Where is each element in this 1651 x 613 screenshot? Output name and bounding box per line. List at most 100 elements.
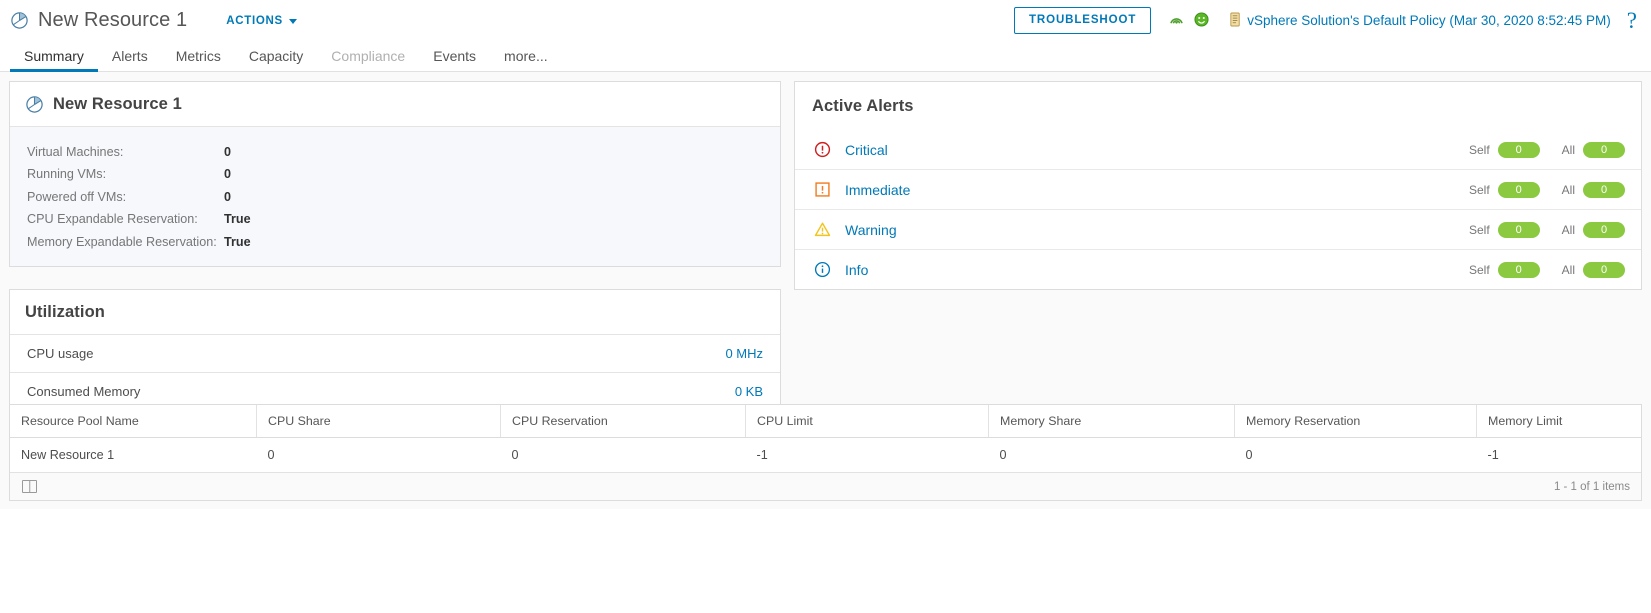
all-count-badge[interactable]: 0 — [1583, 141, 1625, 158]
tab-summary[interactable]: Summary — [10, 48, 98, 72]
property-label: CPU Expandable Reservation: — [27, 212, 198, 226]
help-icon[interactable]: ? — [1627, 9, 1637, 32]
all-count-badge[interactable]: 0 — [1583, 221, 1625, 238]
cell-memory-share: 0 — [988, 437, 1235, 473]
property-label: Running VMs: — [27, 167, 107, 181]
property-row: Powered off VMs: 0 — [27, 187, 780, 206]
column-header-memory-reservation[interactable]: Memory Reservation — [1234, 405, 1477, 438]
table-row[interactable]: New Resource 1 0 0 -1 0 0 -1 — [10, 437, 1641, 473]
active-alerts-card: Active Alerts Critical Self 0 All 0 Imme… — [794, 81, 1642, 290]
alert-name[interactable]: Critical — [845, 142, 888, 158]
property-value: True — [224, 234, 251, 249]
column-header-resource-pool-name[interactable]: Resource Pool Name — [10, 405, 257, 438]
tab-alerts[interactable]: Alerts — [98, 48, 162, 71]
table-item-count: 1 - 1 of 1 items — [1553, 480, 1630, 493]
page-title-block: New Resource 1 ACTIONS — [10, 9, 297, 32]
self-label: Self — [1468, 262, 1490, 277]
chevron-down-icon — [288, 19, 297, 24]
policy-icon — [1229, 12, 1242, 30]
health-green-icon[interactable] — [1194, 11, 1209, 30]
all-label: All — [1561, 182, 1575, 197]
column-header-memory-share[interactable]: Memory Share — [988, 405, 1235, 438]
column-header-memory-limit[interactable]: Memory Limit — [1476, 405, 1641, 438]
column-header-cpu-reservation[interactable]: CPU Reservation — [500, 405, 746, 438]
property-label: Powered off VMs: — [27, 189, 127, 204]
cell-memory-limit: -1 — [1476, 437, 1641, 473]
critical-icon — [812, 141, 833, 158]
column-chooser-icon[interactable] — [22, 480, 37, 493]
tab-compliance: Compliance — [331, 48, 406, 64]
alert-counts: Self 0 All 0 — [1469, 181, 1625, 198]
summary-properties: Virtual Machines: 0 Running VMs: 0 Power… — [10, 127, 780, 266]
active-alerts-title: Active Alerts — [812, 97, 914, 115]
all-count-badge[interactable]: 0 — [1583, 261, 1625, 278]
tab-more[interactable]: more... — [490, 48, 562, 71]
alert-row-critical: Critical Self 0 All 0 — [795, 130, 1641, 170]
property-row: Memory Expandable Reservation: True — [27, 232, 780, 251]
table-footer: 1 - 1 of 1 items — [10, 473, 1641, 500]
content-columns: New Resource 1 Virtual Machines: 0 Runni… — [9, 81, 1642, 411]
cell-cpu-reservation: 0 — [500, 437, 746, 473]
property-value: True — [224, 212, 251, 226]
utilization-value[interactable]: 0 MHz — [725, 346, 763, 361]
property-value: 0 — [224, 189, 232, 204]
resource-pool-table: Resource Pool Name CPU Share CPU Reserva… — [9, 404, 1642, 501]
policy-link[interactable]: vSphere Solution's Default Policy (Mar 3… — [1229, 12, 1611, 30]
alert-name[interactable]: Info — [845, 262, 868, 278]
warning-icon — [812, 221, 833, 238]
info-icon — [812, 261, 833, 278]
policy-label: vSphere Solution's Default Policy (Mar 3… — [1247, 13, 1611, 28]
all-label: All — [1561, 262, 1575, 277]
self-count-badge[interactable]: 0 — [1497, 141, 1540, 158]
column-header-cpu-share[interactable]: CPU Share — [256, 405, 501, 438]
tab-metrics[interactable]: Metrics — [162, 48, 235, 71]
all-label: All — [1561, 222, 1575, 237]
collecting-data-icon[interactable] — [1168, 13, 1185, 29]
cell-cpu-limit: -1 — [745, 437, 989, 473]
right-column: Active Alerts Critical Self 0 All 0 Imme… — [794, 81, 1642, 290]
property-label: Virtual Machines: — [27, 144, 124, 159]
column-header-cpu-limit[interactable]: CPU Limit — [745, 405, 989, 438]
property-value: 0 — [224, 144, 232, 159]
actions-label: ACTIONS — [226, 14, 283, 27]
alert-name[interactable]: Immediate — [845, 182, 910, 198]
tab-events[interactable]: Events — [419, 48, 490, 71]
status-icon-group — [1168, 11, 1209, 30]
summary-card-header: New Resource 1 — [10, 82, 780, 127]
utilization-row-cpu: CPU usage 0 MHz — [10, 335, 780, 373]
immediate-icon — [812, 181, 833, 198]
main-content: New Resource 1 Virtual Machines: 0 Runni… — [0, 72, 1651, 509]
left-column: New Resource 1 Virtual Machines: 0 Runni… — [9, 81, 781, 411]
property-value: 0 — [224, 167, 232, 181]
summary-card: New Resource 1 Virtual Machines: 0 Runni… — [9, 81, 781, 267]
alert-counts: Self 0 All 0 — [1468, 141, 1625, 158]
table-body: New Resource 1 0 0 -1 0 0 -1 — [10, 437, 1641, 473]
property-row: CPU Expandable Reservation: True — [27, 210, 780, 229]
property-row: Running VMs: 0 — [27, 165, 780, 184]
alert-name[interactable]: Warning — [845, 222, 897, 238]
tab-bar: Summary Alerts Metrics Capacity Complian… — [0, 41, 1651, 72]
table-header: Resource Pool Name CPU Share CPU Reserva… — [10, 405, 1641, 438]
cell-cpu-share: 0 — [256, 437, 501, 473]
actions-menu-button[interactable]: ACTIONS — [226, 15, 297, 27]
all-count-badge[interactable]: 0 — [1583, 181, 1625, 198]
utilization-label: Consumed Memory — [27, 384, 141, 399]
property-label: Memory Expandable Reservation: — [27, 234, 217, 249]
summary-card-title: New Resource 1 — [53, 95, 182, 113]
alert-counts: Self 0 All 0 — [1468, 261, 1625, 278]
alert-row-warning: Warning Self 0 All 0 — [795, 210, 1641, 250]
alert-row-info: Info Self 0 All 0 — [795, 250, 1641, 289]
tab-capacity[interactable]: Capacity — [235, 48, 317, 71]
utilization-card: Utilization CPU usage 0 MHz Consumed Mem… — [9, 289, 781, 411]
troubleshoot-button[interactable]: TROUBLESHOOT — [1013, 7, 1152, 34]
self-count-badge[interactable]: 0 — [1497, 261, 1540, 278]
alert-row-immediate: Immediate Self 0 All 0 — [795, 170, 1641, 210]
utilization-label: CPU usage — [27, 346, 94, 361]
self-count-badge[interactable]: 0 — [1497, 181, 1540, 198]
cell-resource-pool-name[interactable]: New Resource 1 — [10, 437, 257, 473]
self-label: Self — [1468, 142, 1490, 157]
property-row: Virtual Machines: 0 — [27, 142, 780, 161]
self-count-badge[interactable]: 0 — [1497, 221, 1540, 238]
resource-pool-grid: Resource Pool Name CPU Share CPU Reserva… — [10, 405, 1641, 473]
utilization-value[interactable]: 0 KB — [735, 384, 763, 399]
